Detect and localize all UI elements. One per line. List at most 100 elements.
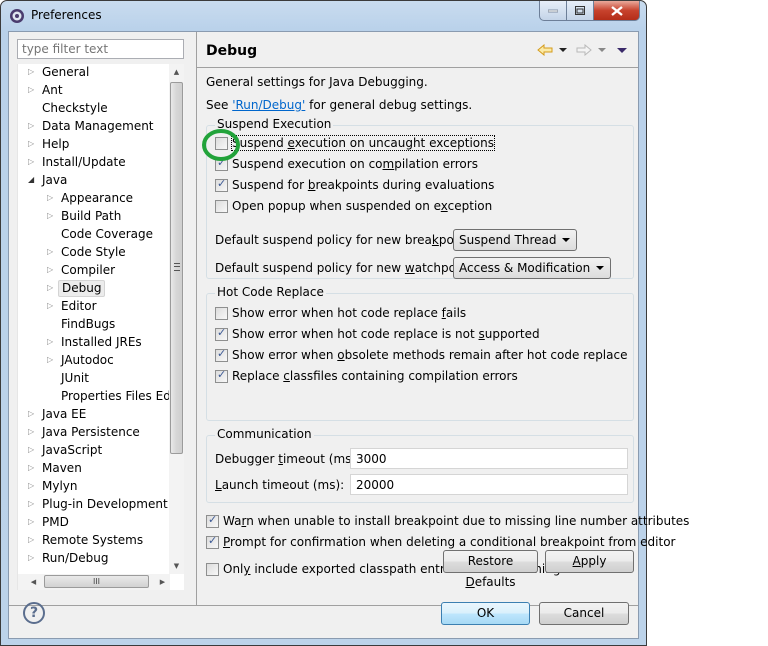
preferences-window: Preferences ▷ General ▷ Ant Checkstyle ▷ Data … — [0, 0, 689, 646]
scroll-down-icon[interactable]: ▼ — [169, 558, 184, 574]
collapsed-arrow-icon[interactable]: ▷ — [47, 208, 57, 224]
checkbox-checked[interactable] — [215, 347, 228, 362]
collapsed-arrow-icon[interactable]: ▷ — [47, 352, 57, 368]
collapsed-arrow-icon[interactable]: ▷ — [28, 136, 38, 152]
collapsed-arrow-icon[interactable]: ▷ — [28, 460, 38, 476]
collapsed-arrow-icon[interactable]: ▷ — [47, 298, 57, 314]
collapsed-arrow-icon[interactable]: ▷ — [28, 496, 38, 512]
collapsed-arrow-icon[interactable]: ▷ — [28, 478, 38, 494]
collapsed-arrow-icon[interactable]: ▷ — [47, 190, 57, 206]
page-description: General settings for Java Debugging. — [206, 75, 428, 89]
collapsed-arrow-icon[interactable]: ▷ — [47, 334, 57, 350]
minimize-icon — [548, 9, 558, 12]
watchpoint-policy-label: Default suspend policy for new watchpoin… — [215, 261, 482, 275]
back-history-dropdown-icon[interactable] — [559, 48, 567, 52]
ok-button[interactable]: OK — [441, 602, 530, 625]
forward-arrow-icon[interactable] — [576, 44, 592, 56]
group-title: Communication — [215, 427, 314, 441]
tree-item-label: Compiler — [61, 263, 116, 277]
collapsed-arrow-icon[interactable]: ▷ — [28, 532, 38, 548]
collapsed-arrow-icon[interactable]: ▷ — [28, 82, 38, 98]
gear-icon — [10, 9, 24, 23]
restore-defaults-button[interactable]: Restore Defaults — [443, 550, 538, 589]
tree-item-label: Install/Update — [42, 155, 126, 169]
collapsed-arrow-icon[interactable]: ▷ — [28, 154, 38, 170]
hot-code-replace-option-0[interactable]: Show error when hot code replace fails — [215, 304, 466, 322]
help-icon[interactable]: ? — [23, 602, 45, 624]
tree-item-label: Plug-in Development — [42, 497, 168, 511]
expanded-arrow-icon[interactable]: ◢ — [28, 172, 38, 188]
breakpoint-policy-label: Default suspend policy for new breakpoin… — [215, 233, 480, 247]
checkbox-checked[interactable] — [215, 177, 228, 192]
page-navigation — [537, 42, 632, 58]
scroll-left-icon[interactable]: ◀ — [26, 574, 41, 590]
checkbox-checked[interactable] — [206, 534, 219, 549]
checkbox-label: Suspend execution on uncaught exceptions — [231, 135, 495, 151]
hot-code-replace-option-2[interactable]: Show error when obsolete methods remain … — [215, 346, 627, 364]
checkbox-checked[interactable] — [215, 368, 228, 383]
tree-item-label: FindBugs — [61, 317, 116, 331]
suspend-option-2[interactable]: Suspend for breakpoints during evaluatio… — [215, 176, 494, 194]
scroll-thumb[interactable] — [170, 82, 183, 454]
checkbox-label: Open popup when suspended on exception — [232, 199, 493, 213]
breakpoint-policy-select[interactable]: Suspend Thread — [453, 229, 578, 251]
apply-button[interactable]: Apply — [545, 550, 634, 573]
tree-horizontal-scrollbar[interactable]: ◀ III ▶ — [18, 574, 170, 590]
close-button[interactable] — [594, 1, 640, 21]
collapsed-arrow-icon[interactable]: ▷ — [28, 514, 38, 530]
back-arrow-icon[interactable] — [537, 44, 553, 56]
suspend-option-3[interactable]: Open popup when suspended on exception — [215, 197, 492, 215]
title-bar[interactable]: Preferences — [1, 1, 646, 31]
scroll-thumb-horizontal[interactable]: III — [44, 575, 149, 588]
see-suffix: for general debug settings. — [305, 98, 473, 112]
tree-item-label: Mylyn — [42, 479, 78, 493]
tree-item-label: Java Persistence — [42, 425, 140, 439]
checkbox-unchecked[interactable] — [206, 562, 219, 576]
collapsed-arrow-icon[interactable]: ▷ — [28, 550, 38, 566]
watchpoint-policy-select[interactable]: Access & Modification — [453, 257, 612, 279]
suspend-uncaught-exceptions-checkbox[interactable]: Suspend execution on uncaught exceptions — [215, 134, 495, 152]
collapsed-arrow-icon[interactable]: ▷ — [28, 64, 38, 80]
tree-item-label: Editor — [61, 299, 97, 313]
scroll-up-icon[interactable]: ▲ — [169, 64, 184, 80]
suspend-execution-group: Suspend Execution Suspend execution on u… — [206, 117, 634, 279]
checkbox-unchecked[interactable] — [215, 199, 228, 213]
close-icon — [610, 5, 623, 16]
checkbox-unchecked[interactable] — [215, 306, 228, 320]
view-menu-icon[interactable] — [617, 47, 627, 53]
scroll-right-icon[interactable]: ▶ — [155, 574, 170, 590]
preference-tree: ▷ General ▷ Ant Checkstyle ▷ Data Management ▷ H… — [17, 64, 184, 590]
collapsed-arrow-icon[interactable]: ▷ — [28, 424, 38, 440]
checkbox-checked[interactable] — [215, 326, 228, 341]
filter-input[interactable] — [17, 39, 184, 59]
launch-timeout-input[interactable] — [350, 474, 628, 495]
tree-item-label: JUnit — [61, 371, 89, 385]
breakpoint-policy-value: Suspend Thread — [459, 233, 557, 247]
misc-option-1[interactable]: Prompt for confirmation when deleting a … — [206, 533, 675, 551]
cancel-button[interactable]: Cancel — [539, 602, 629, 625]
checkbox-label: Suspend execution on compilation errors — [232, 157, 478, 171]
tree-item-label: General — [42, 65, 90, 79]
maximize-button[interactable] — [567, 1, 594, 21]
hot-code-replace-option-1[interactable]: Show error when hot code replace is not … — [215, 325, 540, 343]
see-run-debug-text: See 'Run/Debug' for general debug settin… — [206, 98, 472, 112]
collapsed-arrow-icon[interactable]: ▷ — [47, 244, 57, 260]
launch-timeout-label: Launch timeout (ms): — [215, 478, 345, 492]
collapsed-arrow-icon[interactable]: ▷ — [28, 406, 38, 422]
suspend-option-1[interactable]: Suspend execution on compilation errors — [215, 155, 478, 173]
collapsed-arrow-icon[interactable]: ▷ — [28, 442, 38, 458]
misc-option-0[interactable]: Warn when unable to install breakpoint d… — [206, 512, 689, 530]
minimize-button[interactable] — [539, 1, 567, 21]
collapsed-arrow-icon[interactable]: ▷ — [47, 262, 57, 278]
see-prefix: See — [206, 98, 233, 112]
forward-history-dropdown-icon[interactable] — [598, 48, 606, 52]
run-debug-link[interactable]: 'Run/Debug' — [232, 98, 305, 112]
debugger-timeout-input[interactable] — [350, 448, 628, 469]
hot-code-replace-option-3[interactable]: Replace classfiles containing compilatio… — [215, 367, 518, 385]
group-title: Hot Code Replace — [215, 285, 326, 299]
tree-item-label: Build Path — [61, 209, 122, 223]
tree-vertical-scrollbar[interactable]: ▲ ▼ — [169, 64, 184, 574]
checkbox-checked[interactable] — [206, 513, 219, 528]
collapsed-arrow-icon[interactable]: ▷ — [47, 280, 57, 296]
collapsed-arrow-icon[interactable]: ▷ — [28, 118, 38, 134]
